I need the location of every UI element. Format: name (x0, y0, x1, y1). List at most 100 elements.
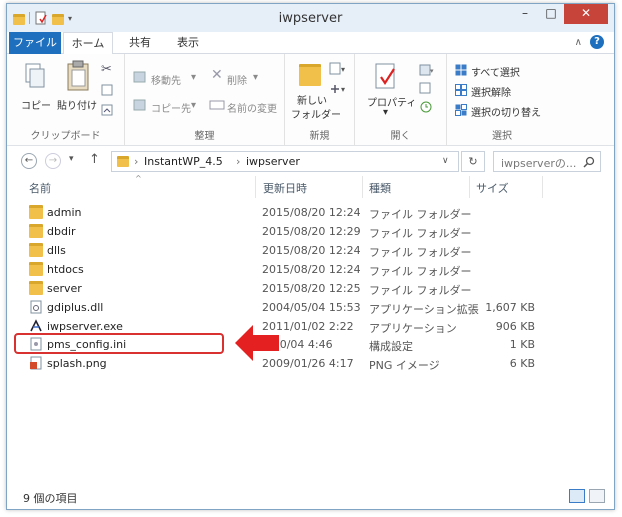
group-label-new: 新規 (309, 131, 330, 142)
column-headers: ^ 名前 更新日時 種類 サイズ (7, 174, 614, 198)
delete-button[interactable]: 削除 (227, 72, 247, 87)
breadcrumb-item-instantwp[interactable]: InstantWP_4.5 (144, 155, 223, 168)
chevron-down-icon: ▾ (383, 107, 389, 118)
folder-icon (117, 156, 129, 167)
chevron-down-icon: ▾ (191, 100, 197, 111)
copy-to-button[interactable]: コピー先 (151, 100, 191, 115)
address-bar-row: ← → ▾ ↑ › InstantWP_4.5 › iwpserver ∨ ↻ … (7, 146, 614, 176)
folder-icon (29, 262, 43, 276)
column-separator[interactable] (542, 176, 543, 198)
chevron-down-icon: ▾ (191, 72, 197, 83)
folder-icon (29, 281, 43, 295)
help-icon[interactable]: ? (590, 35, 604, 49)
highlight-box (14, 333, 224, 354)
list-item[interactable]: dlls 2015/08/20 12:24 ファイル フォルダー (25, 241, 605, 260)
close-button[interactable]: ✕ (564, 4, 608, 24)
easy-access-icon[interactable]: ▾ (329, 82, 347, 96)
select-none-button[interactable]: 選択解除 (471, 84, 511, 99)
column-separator[interactable] (469, 176, 470, 198)
invert-selection-icon (455, 104, 467, 116)
properties-icon[interactable] (373, 62, 399, 90)
column-date[interactable]: 更新日時 (263, 180, 307, 196)
group-clipboard: コピー 貼り付け ✂ クリップボード (7, 54, 125, 146)
breadcrumb-separator[interactable]: › (134, 155, 138, 168)
group-organize: 移動先 ▾ ✕ 削除 ▾ コピー先 ▾ 名前の変更 整理 (125, 54, 285, 146)
search-icon[interactable] (583, 156, 595, 168)
copy-path-icon[interactable] (101, 84, 113, 96)
exe-file-icon (30, 319, 42, 332)
tab-share[interactable]: 共有 (119, 32, 161, 54)
tab-view[interactable]: 表示 (167, 32, 209, 54)
list-item[interactable]: gdiplus.dll 2004/05/04 15:53 アプリケーション拡張 … (25, 298, 605, 317)
copy-to-icon (133, 99, 146, 111)
new-item-icon[interactable]: ▾ (329, 62, 347, 76)
column-size[interactable]: サイズ (476, 180, 509, 196)
svg-text:▾: ▾ (430, 67, 434, 75)
paste-icon[interactable] (65, 60, 91, 92)
copy-icon[interactable] (23, 62, 47, 92)
new-folder-icon[interactable] (299, 64, 321, 86)
copy-button[interactable]: コピー (21, 97, 51, 112)
paste-button[interactable]: 貼り付け (57, 97, 97, 112)
png-file-icon (30, 356, 42, 370)
status-bar: 9 個の項目 (7, 485, 614, 509)
rename-button[interactable]: 名前の変更 (227, 100, 277, 115)
chevron-down-icon[interactable]: ∨ (442, 156, 449, 166)
breadcrumb[interactable]: › InstantWP_4.5 › iwpserver ∨ (111, 151, 459, 172)
minimize-button[interactable]: – (512, 4, 538, 24)
invert-selection-button[interactable]: 選択の切り替え (471, 104, 541, 119)
up-arrow-icon[interactable]: ↑ (89, 152, 100, 167)
group-label-clipboard: クリップボード (30, 131, 101, 142)
rename-icon (209, 100, 225, 110)
list-item[interactable]: dbdir 2015/08/20 12:29 ファイル フォルダー (25, 222, 605, 241)
history-icon[interactable] (419, 100, 433, 114)
tab-home[interactable]: ホーム (63, 32, 113, 55)
folder-icon (29, 205, 43, 219)
edit-icon[interactable] (419, 82, 433, 94)
search-input[interactable]: iwpserverの... (493, 151, 601, 172)
svg-text:▾: ▾ (341, 85, 345, 94)
ribbon-help-area: ∧ ? (575, 35, 604, 49)
column-name[interactable]: 名前 (29, 180, 51, 196)
window-controls: – □ ✕ (512, 4, 608, 24)
group-open: プロパティ ▾ ▾ 開く (355, 54, 447, 146)
recent-locations-icon[interactable]: ▾ (69, 154, 74, 164)
title-bar: ▾ iwpserver – □ ✕ (7, 4, 614, 32)
cut-icon[interactable]: ✂ (101, 62, 112, 77)
move-to-icon (133, 71, 146, 83)
new-folder-label-2[interactable]: フォルダー (291, 106, 341, 121)
delete-icon: ✕ (211, 67, 223, 83)
paste-shortcut-icon[interactable] (101, 104, 113, 116)
select-none-icon (455, 84, 467, 96)
maximize-button[interactable]: □ (538, 4, 564, 24)
refresh-button[interactable]: ↻ (461, 151, 485, 172)
ribbon: コピー 貼り付け ✂ クリップボード 移動先 ▾ ✕ 削除 ▾ コピー先 ▾ 名… (7, 54, 614, 146)
breadcrumb-separator[interactable]: › (236, 155, 240, 168)
collapse-ribbon-icon[interactable]: ∧ (575, 37, 582, 48)
forward-button[interactable]: → (45, 153, 61, 169)
search-placeholder: iwpserverの... (501, 157, 577, 170)
properties-button[interactable]: プロパティ (367, 94, 416, 109)
folder-icon (29, 243, 43, 257)
details-view-button[interactable] (569, 489, 585, 503)
large-icons-view-button[interactable] (589, 489, 605, 503)
new-folder-label-1[interactable]: 新しい (297, 92, 327, 107)
folder-icon (29, 224, 43, 238)
move-to-button[interactable]: 移動先 (151, 72, 181, 87)
sort-arrow-icon: ^ (135, 174, 142, 183)
select-all-icon (455, 64, 467, 76)
list-item[interactable]: splash.png 2009/01/26 4:17 PNG イメージ 6 KB (25, 354, 605, 373)
list-item[interactable]: admin 2015/08/20 12:24 ファイル フォルダー (25, 203, 605, 222)
column-type[interactable]: 種類 (369, 180, 391, 196)
back-button[interactable]: ← (21, 153, 37, 169)
column-separator[interactable] (362, 176, 363, 198)
item-count: 9 個の項目 (23, 492, 78, 505)
tab-file[interactable]: ファイル (9, 32, 61, 54)
column-separator[interactable] (255, 176, 256, 198)
breadcrumb-item-iwpserver[interactable]: iwpserver (246, 155, 300, 168)
dll-file-icon (30, 300, 42, 314)
list-item[interactable]: htdocs 2015/08/20 12:24 ファイル フォルダー (25, 260, 605, 279)
select-all-button[interactable]: すべて選択 (471, 64, 520, 79)
open-icon[interactable]: ▾ (419, 64, 435, 76)
list-item[interactable]: server 2015/08/20 12:25 ファイル フォルダー (25, 279, 605, 298)
